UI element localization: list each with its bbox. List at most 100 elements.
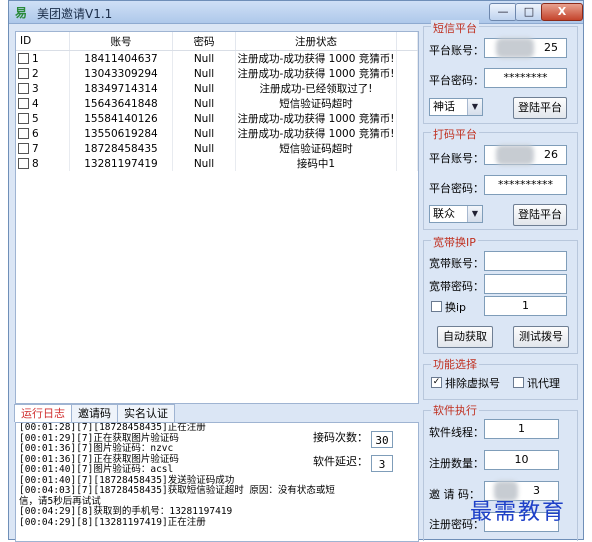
close-button[interactable]: X bbox=[541, 3, 583, 21]
tab-real-name[interactable]: 实名认证 bbox=[117, 404, 175, 422]
row-password: Null bbox=[172, 66, 236, 81]
row-status: 短信验证码超时 bbox=[235, 96, 397, 111]
row-account: 18728458435 bbox=[69, 141, 173, 156]
row-checkbox[interactable] bbox=[18, 83, 29, 94]
row-status: 注册成功-成功获得 1000 竞猜币! bbox=[235, 66, 397, 81]
run-log[interactable]: [00:01:28][7][18728458435]正在注册 [00:01:29… bbox=[15, 422, 419, 542]
delay-label: 软件延迟： bbox=[313, 455, 368, 468]
row-account: 15584140126 bbox=[69, 111, 173, 126]
maximize-button[interactable]: □ bbox=[515, 3, 543, 21]
broadband-password-label: 宽带密码： bbox=[429, 280, 484, 293]
scroll-up-icon[interactable]: ▲ bbox=[414, 432, 418, 446]
account-grid[interactable]: ID 账号 密码 注册状态 1 18411404637 Null 注册成功-成功… bbox=[15, 31, 419, 404]
captcha-password-input[interactable]: ********** bbox=[484, 175, 567, 195]
table-row[interactable]: 1 18411404637 Null 注册成功-成功获得 1000 竞猜币! bbox=[16, 50, 418, 66]
captcha-platform-value: 联众 bbox=[433, 207, 455, 220]
table-row[interactable]: 3 18349714314 Null 注册成功-已经领取过了! bbox=[16, 81, 418, 96]
captcha-login-button[interactable]: 登陆平台 bbox=[513, 204, 567, 226]
table-row[interactable]: 5 15584140126 Null 注册成功-成功获得 1000 竞猜币! bbox=[16, 111, 418, 126]
sms-login-button[interactable]: 登陆平台 bbox=[513, 97, 567, 119]
delay-input[interactable]: 3 bbox=[371, 455, 393, 472]
row-status: 注册成功-成功获得 1000 竞猜币! bbox=[235, 50, 397, 66]
execution-title: 软件执行 bbox=[431, 402, 479, 418]
row-checkbox[interactable] bbox=[18, 128, 29, 139]
captcha-platform-title: 打码平台 bbox=[431, 126, 479, 142]
row-checkbox[interactable] bbox=[18, 98, 29, 109]
row-checkbox[interactable] bbox=[18, 143, 29, 154]
row-checkbox[interactable] bbox=[18, 53, 29, 64]
table-row[interactable]: 2 13043309294 Null 注册成功-成功获得 1000 竞猜币! bbox=[16, 66, 418, 81]
switch-ip-label: 换ip bbox=[445, 301, 467, 314]
tab-run-log[interactable]: 运行日志 bbox=[14, 404, 72, 422]
window-title: 美团邀请V1.1 bbox=[37, 7, 113, 21]
switch-ip-input[interactable]: 1 bbox=[484, 296, 567, 316]
row-id: 7 bbox=[32, 142, 39, 155]
table-row[interactable]: 8 13281197419 Null 接码中1 bbox=[16, 156, 418, 171]
exclude-virtual-checkbox[interactable]: ✓ bbox=[431, 377, 442, 388]
broadband-account-input[interactable] bbox=[484, 251, 567, 271]
column-header-account[interactable]: 账号 bbox=[69, 32, 173, 51]
log-line: [00:04:29][8]获取到的手机号：13281197419 bbox=[19, 506, 233, 517]
threads-input[interactable]: 1 bbox=[484, 419, 559, 439]
auto-get-button[interactable]: 自动获取 bbox=[437, 326, 493, 348]
captcha-account-value: 26 bbox=[544, 148, 558, 161]
row-password: Null bbox=[172, 50, 236, 66]
redacted-blur bbox=[496, 38, 534, 58]
row-id: 3 bbox=[32, 82, 39, 95]
broadband-password-input[interactable] bbox=[484, 274, 567, 294]
tab-invite-code[interactable]: 邀请码 bbox=[71, 404, 118, 422]
row-status: 短信验证码超时 bbox=[235, 141, 397, 156]
table-row[interactable]: 6 13550619284 Null 注册成功-成功获得 1000 竞猜币! bbox=[16, 126, 418, 141]
retry-count-input[interactable]: 30 bbox=[371, 431, 393, 448]
sms-account-label: 平台账号： bbox=[429, 44, 484, 57]
test-dial-button[interactable]: 测试拨号 bbox=[513, 326, 569, 348]
row-id: 1 bbox=[32, 52, 39, 65]
sms-password-input[interactable]: ******** bbox=[484, 68, 567, 88]
row-checkbox[interactable] bbox=[18, 68, 29, 79]
row-account: 13043309294 bbox=[69, 66, 173, 81]
switch-ip-checkbox[interactable] bbox=[431, 301, 442, 312]
row-status: 接码中1 bbox=[235, 156, 397, 171]
checkmark-icon: ✓ bbox=[432, 377, 441, 387]
table-row[interactable]: 7 18728458435 Null 短信验证码超时 bbox=[16, 141, 418, 156]
sms-platform-value: 神话 bbox=[433, 100, 455, 113]
row-id: 5 bbox=[32, 112, 39, 125]
captcha-account-label: 平台账号： bbox=[429, 152, 484, 165]
features-title: 功能选择 bbox=[431, 356, 479, 372]
column-header-password[interactable]: 密码 bbox=[172, 32, 236, 51]
row-password: Null bbox=[172, 141, 236, 156]
column-header-status[interactable]: 注册状态 bbox=[235, 32, 397, 51]
broadband-title: 宽带换IP bbox=[431, 234, 478, 250]
row-id: 4 bbox=[32, 97, 39, 110]
row-status: 注册成功-成功获得 1000 竞猜币! bbox=[235, 126, 397, 141]
sms-platform-title: 短信平台 bbox=[431, 20, 479, 36]
row-account: 18349714314 bbox=[69, 81, 173, 96]
sms-platform-select[interactable]: 神话 ▼ bbox=[429, 98, 483, 116]
sms-password-label: 平台密码： bbox=[429, 74, 484, 87]
minimize-button[interactable]: — bbox=[489, 3, 517, 21]
log-line: [00:04:29][8][13281197419]正在注册 bbox=[19, 516, 206, 528]
row-password: Null bbox=[172, 156, 236, 171]
table-row[interactable]: 4 15643641848 Null 短信验证码超时 bbox=[16, 96, 418, 111]
row-id: 8 bbox=[32, 157, 39, 170]
row-checkbox[interactable] bbox=[18, 113, 29, 124]
threads-label: 软件线程： bbox=[429, 426, 484, 439]
row-status: 注册成功-成功获得 1000 竞猜币! bbox=[235, 111, 397, 126]
log-line: [00:01:36][7]图片验证码：nzvc bbox=[19, 443, 174, 454]
app-icon: 易 bbox=[15, 6, 28, 20]
row-id: 6 bbox=[32, 127, 39, 140]
row-account: 18411404637 bbox=[69, 50, 173, 66]
column-header-id[interactable]: ID bbox=[16, 32, 70, 51]
row-checkbox[interactable] bbox=[18, 158, 29, 169]
maximize-icon: □ bbox=[523, 5, 535, 18]
row-password: Null bbox=[172, 96, 236, 111]
proxy-label: 讯代理 bbox=[527, 377, 560, 390]
title-bar[interactable]: 易 美团邀请V1.1 — □ X bbox=[9, 1, 583, 24]
retry-count-label: 接码次数： bbox=[313, 431, 368, 444]
row-account: 13550619284 bbox=[69, 126, 173, 141]
log-line: [00:04:03][7][18728458435]获取短信验证超时 原因：没有… bbox=[19, 485, 335, 496]
register-count-label: 注册数量： bbox=[429, 457, 484, 470]
captcha-platform-select[interactable]: 联众 ▼ bbox=[429, 205, 483, 223]
register-count-input[interactable]: 10 bbox=[484, 450, 559, 470]
proxy-checkbox[interactable] bbox=[513, 377, 524, 388]
